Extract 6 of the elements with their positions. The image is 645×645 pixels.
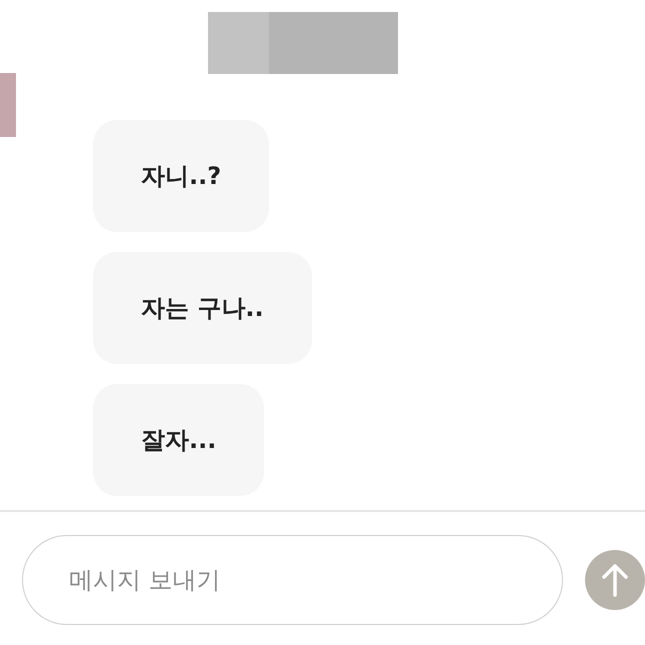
- message-input[interactable]: 메시지 보내기: [22, 535, 563, 625]
- avatar: [0, 73, 16, 137]
- message-bubble: 자는 구나..: [93, 252, 312, 364]
- message-bubble: 자니..?: [93, 120, 270, 232]
- arrow-up-icon: [602, 563, 628, 597]
- message-bubble: 잘자...: [93, 384, 264, 496]
